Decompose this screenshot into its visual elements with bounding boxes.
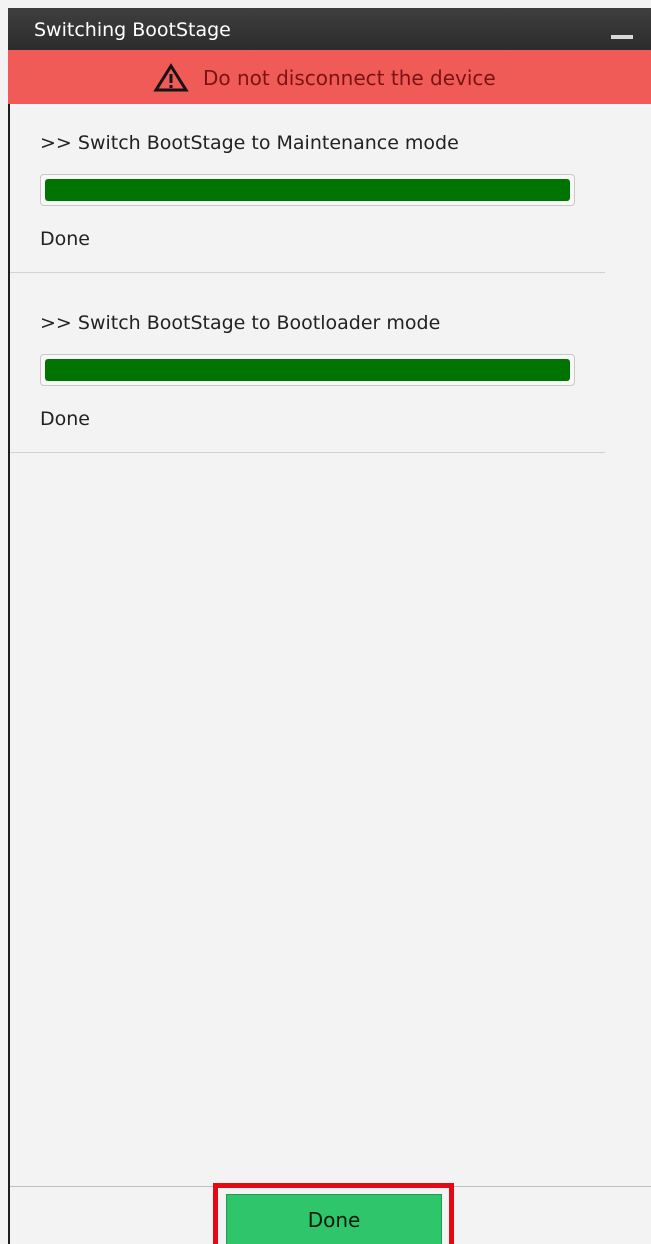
title-bar: Switching BootStage <box>8 8 651 50</box>
step-title: >> Switch BootStage to Bootloader mode <box>40 312 441 334</box>
warning-triangle-icon <box>153 63 189 92</box>
left-window-border <box>8 104 10 1244</box>
progress-fill <box>45 359 570 381</box>
step-title: >> Switch BootStage to Maintenance mode <box>40 132 459 154</box>
done-button[interactable]: Done <box>226 1194 442 1244</box>
warning-banner: Do not disconnect the device <box>8 50 651 104</box>
progress-bar <box>40 174 575 206</box>
switching-bootstage-window: Switching BootStage Do not disconnect th… <box>0 0 651 1244</box>
warning-content: Do not disconnect the device <box>153 63 496 93</box>
minimize-icon[interactable] <box>611 35 633 39</box>
step-status: Done <box>40 408 90 430</box>
progress-fill <box>45 179 570 201</box>
step-status: Done <box>40 228 90 250</box>
step-maintenance-mode: >> Switch BootStage to Maintenance mode … <box>10 104 605 273</box>
warning-text: Do not disconnect the device <box>203 66 496 90</box>
step-bootloader-mode: >> Switch BootStage to Bootloader mode D… <box>10 284 605 453</box>
window-title: Switching BootStage <box>34 19 231 41</box>
progress-bar <box>40 354 575 386</box>
